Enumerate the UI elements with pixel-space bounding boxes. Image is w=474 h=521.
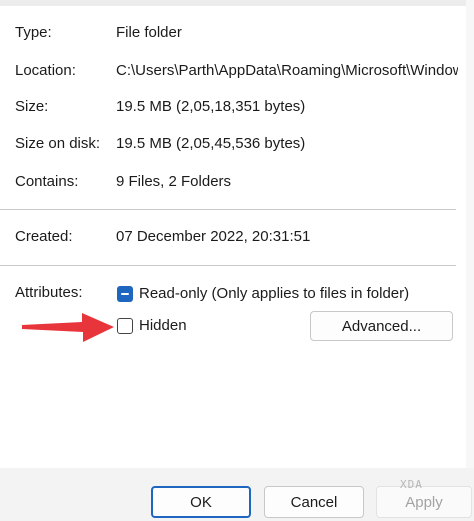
created-label: Created: xyxy=(15,228,73,245)
cancel-button[interactable]: Cancel xyxy=(264,486,364,518)
hidden-checkbox[interactable] xyxy=(117,318,133,334)
location-row: Location: C:\Users\Parth\AppData\Roaming… xyxy=(0,59,474,83)
advanced-button[interactable]: Advanced... xyxy=(310,311,453,341)
apply-button[interactable]: Apply xyxy=(376,486,472,518)
size-value: 19.5 MB (2,05,18,351 bytes) xyxy=(116,98,306,115)
location-value[interactable]: C:\Users\Parth\AppData\Roaming\Microsoft… xyxy=(116,59,458,83)
contains-label: Contains: xyxy=(15,173,79,190)
hidden-label[interactable]: Hidden xyxy=(139,314,187,338)
created-row: Created: 07 December 2022, 20:31:51 xyxy=(0,225,474,249)
watermark-logo: XDA xyxy=(400,478,423,491)
read-only-option[interactable]: Read-only (Only applies to files in fold… xyxy=(117,282,409,306)
location-label: Location: xyxy=(15,62,76,79)
size-label: Size: xyxy=(15,98,49,115)
divider-2 xyxy=(0,265,456,266)
size-on-disk-value: 19.5 MB (2,05,45,536 bytes) xyxy=(116,135,306,152)
type-label: Type: xyxy=(15,24,52,41)
divider-1 xyxy=(0,209,456,210)
type-row: Type: File folder xyxy=(0,21,474,45)
contains-row: Contains: 9 Files, 2 Folders xyxy=(0,170,474,194)
size-on-disk-row: Size on disk: 19.5 MB (2,05,45,536 bytes… xyxy=(0,132,474,156)
size-row: Size: 19.5 MB (2,05,18,351 bytes) xyxy=(0,95,474,119)
indeterminate-mark-icon xyxy=(121,293,129,295)
read-only-checkbox[interactable] xyxy=(117,286,133,302)
annotation-arrow-icon xyxy=(22,313,114,342)
top-divider xyxy=(0,0,474,6)
ok-button[interactable]: OK xyxy=(151,486,251,518)
size-on-disk-label: Size on disk: xyxy=(15,135,101,152)
contains-value: 9 Files, 2 Folders xyxy=(116,173,232,190)
type-value: File folder xyxy=(116,24,182,41)
hidden-option[interactable]: Hidden xyxy=(117,314,187,338)
attributes-label: Attributes: xyxy=(15,284,83,301)
read-only-label[interactable]: Read-only (Only applies to files in fold… xyxy=(139,282,409,306)
created-value: 07 December 2022, 20:31:51 xyxy=(116,228,311,245)
